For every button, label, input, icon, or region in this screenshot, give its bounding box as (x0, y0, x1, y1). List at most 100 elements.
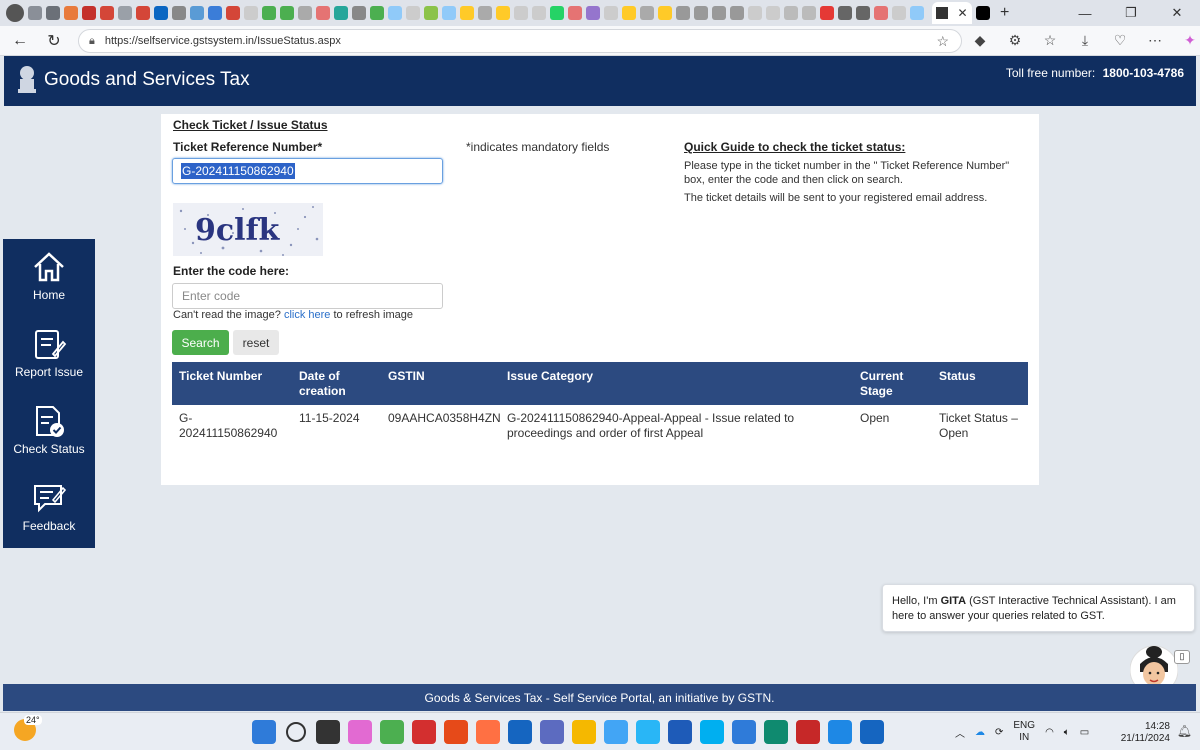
tab-favicon[interactable] (226, 6, 240, 20)
language-indicator[interactable]: ENG IN (1013, 720, 1035, 744)
app-icon[interactable] (412, 720, 436, 744)
start-icon[interactable] (252, 720, 276, 744)
tab-favicon[interactable] (190, 6, 204, 20)
task-view-icon[interactable] (316, 720, 340, 744)
ticket-number-input[interactable]: G-202411150862940 (172, 158, 443, 184)
tab-favicon[interactable] (244, 6, 258, 20)
app-icon[interactable] (476, 720, 500, 744)
todo-icon[interactable] (732, 720, 756, 744)
teams-icon[interactable] (540, 720, 564, 744)
tab-favicon[interactable] (154, 6, 168, 20)
back-icon[interactable]: ← (6, 32, 34, 50)
reset-button[interactable]: reset (233, 330, 279, 355)
notepad-icon[interactable] (604, 720, 628, 744)
new-tab-icon[interactable]: + (1000, 4, 1009, 22)
more-menu-icon[interactable]: ⋯ (1145, 30, 1165, 50)
app-icon[interactable] (444, 720, 468, 744)
tab-favicon[interactable] (856, 6, 870, 20)
downloads-icon[interactable]: ⤓ (1075, 30, 1095, 50)
app-icon[interactable] (380, 720, 404, 744)
tab-favicon[interactable] (712, 6, 726, 20)
favorites-icon[interactable]: ☆ (1040, 30, 1060, 50)
tab-favicon[interactable] (976, 6, 990, 20)
tab-favicon[interactable] (910, 6, 924, 20)
tab-favicon[interactable] (730, 6, 744, 20)
tab-favicon[interactable] (442, 6, 456, 20)
tab-favicon[interactable] (298, 6, 312, 20)
wifi-icon[interactable]: ◠ (1045, 727, 1054, 738)
active-tab[interactable]: ✕ (932, 2, 972, 24)
refresh-icon[interactable]: ↻ (40, 31, 68, 51)
tab-favicon[interactable] (748, 6, 762, 20)
show-hidden-icons[interactable]: ︿ (955, 725, 965, 740)
refresh-captcha-link[interactable]: click here (284, 309, 330, 321)
tab-favicon[interactable] (838, 6, 852, 20)
tab-favicon[interactable] (874, 6, 888, 20)
close-window-icon[interactable]: ✕ (1154, 0, 1200, 26)
tab-favicon[interactable] (64, 6, 78, 20)
tab-favicon[interactable] (550, 6, 564, 20)
tab-favicon[interactable] (316, 6, 330, 20)
tab-favicon[interactable] (388, 6, 402, 20)
pdf-reader-icon[interactable] (796, 720, 820, 744)
tab-favicon[interactable] (820, 6, 834, 20)
tab-favicon[interactable] (460, 6, 474, 20)
skype-icon[interactable] (700, 720, 724, 744)
sidebar-item-report-issue[interactable]: Report Issue (3, 316, 95, 393)
maximize-icon[interactable]: ❐ (1108, 0, 1154, 26)
tab-favicon[interactable] (478, 6, 492, 20)
favorite-star-icon[interactable]: ☆ (936, 33, 949, 50)
tab-favicon[interactable] (622, 6, 636, 20)
sidebar-item-check-status[interactable]: Check Status (3, 393, 95, 470)
tab-favicon[interactable] (658, 6, 672, 20)
extension-icon[interactable]: ◆ (970, 30, 990, 50)
tab-favicon[interactable] (208, 6, 222, 20)
app-icon[interactable] (508, 720, 532, 744)
tab-favicon[interactable] (496, 6, 510, 20)
app-icon[interactable] (636, 720, 660, 744)
battery-icon[interactable]: ▭ (1080, 727, 1089, 738)
browser-essentials-icon[interactable]: ♡ (1110, 30, 1130, 50)
tab-favicon[interactable] (334, 6, 348, 20)
minimize-icon[interactable]: — (1062, 0, 1108, 26)
tab-favicon[interactable] (568, 6, 582, 20)
profile-avatar-icon[interactable] (6, 4, 24, 22)
tab-favicon[interactable] (424, 6, 438, 20)
tab-favicon[interactable] (532, 6, 546, 20)
tab-favicon[interactable] (82, 6, 96, 20)
tab-actions-icon[interactable] (46, 6, 60, 20)
tab-favicon[interactable] (694, 6, 708, 20)
onedrive-icon[interactable]: ☁ (975, 727, 985, 738)
volume-icon[interactable]: 🔈︎ (1064, 727, 1070, 738)
tab-favicon[interactable] (640, 6, 654, 20)
captcha-code-input[interactable]: Enter code (172, 283, 443, 309)
tab-favicon[interactable] (262, 6, 276, 20)
file-explorer-icon[interactable] (572, 720, 596, 744)
url-field[interactable]: 🔒︎ https://selfservice.gstsystem.in/Issu… (78, 29, 962, 53)
tab-favicon[interactable] (280, 6, 294, 20)
close-tab-icon[interactable]: ✕ (957, 6, 967, 20)
tab-favicon[interactable] (118, 6, 132, 20)
tab-favicon[interactable] (766, 6, 780, 20)
tab-favicon[interactable] (676, 6, 690, 20)
search-button[interactable]: Search (172, 330, 229, 355)
taskbar-clock[interactable]: 14:28 21/11/2024 (1121, 721, 1170, 745)
tab-favicon[interactable] (100, 6, 114, 20)
chatbot-book-icon[interactable]: ▯ (1174, 650, 1190, 664)
search-icon[interactable] (286, 722, 306, 742)
sync-icon[interactable]: ⟳ (995, 727, 1003, 738)
tab-favicon[interactable] (370, 6, 384, 20)
tab-favicon[interactable] (784, 6, 798, 20)
app-icon[interactable] (828, 720, 852, 744)
sidebar-item-home[interactable]: Home (3, 239, 95, 316)
lock-icon[interactable]: 🔒︎ (89, 35, 95, 48)
workspaces-icon[interactable] (28, 6, 42, 20)
tab-favicon[interactable] (406, 6, 420, 20)
word-icon[interactable] (668, 720, 692, 744)
tab-favicon[interactable] (172, 6, 186, 20)
sidebar-item-feedback[interactable]: Feedback (3, 470, 95, 547)
tab-favicon[interactable] (604, 6, 618, 20)
copilot-icon[interactable]: ✦ (1180, 30, 1200, 50)
tab-favicon[interactable] (586, 6, 600, 20)
edge-icon[interactable] (764, 720, 788, 744)
